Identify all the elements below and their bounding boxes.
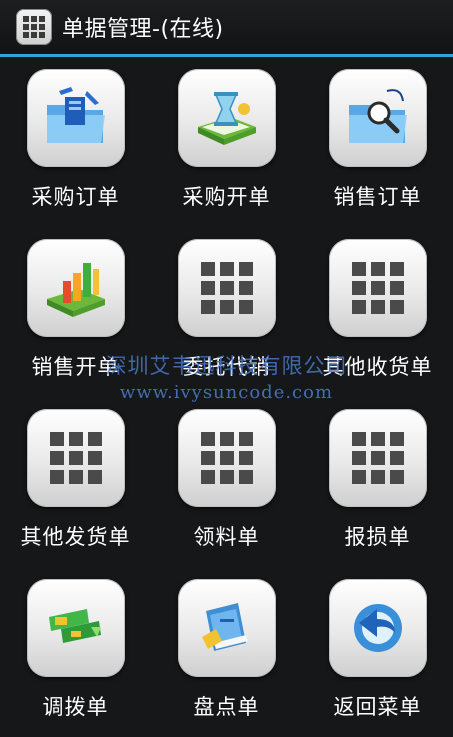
page-title: 单据管理-(在线) [62, 17, 224, 42]
tile-other-delivery[interactable]: 其他发货单 [0, 397, 151, 567]
sales-order-icon[interactable] [328, 69, 427, 167]
tile-label: 调拨单 [42, 695, 109, 719]
tile-sales-order[interactable]: 销售订单 [302, 57, 453, 227]
tile-purchase-billing[interactable]: 采购开单 [151, 57, 302, 227]
tile-sales-billing[interactable]: 销售开单 [0, 227, 151, 397]
tile-label: 采购开单 [182, 185, 271, 209]
tile-label: 其他收货单 [322, 355, 433, 379]
tile-material-requisition[interactable]: 领料单 [151, 397, 302, 567]
purchase-billing-icon[interactable] [177, 69, 276, 167]
menu-grid: 采购订单 采购开单 销售订单 销售开单 委托代销 其他收货单 其他发货单 领料单… [0, 57, 453, 735]
grid-icon[interactable] [26, 409, 125, 507]
tile-transfer[interactable]: 调拨单 [0, 567, 151, 737]
tile-label: 其他发货单 [20, 525, 131, 549]
tile-consignment[interactable]: 委托代销 [151, 227, 302, 397]
grid-icon[interactable] [328, 409, 427, 507]
tile-label: 销售订单 [333, 185, 422, 209]
purchase-order-icon[interactable] [26, 69, 125, 167]
return-arrow-icon[interactable] [328, 579, 427, 677]
tile-label: 返回菜单 [333, 695, 422, 719]
app-grid-icon[interactable] [16, 9, 52, 45]
inventory-book-icon[interactable] [177, 579, 276, 677]
tile-purchase-order[interactable]: 采购订单 [0, 57, 151, 227]
tile-label: 采购订单 [31, 185, 120, 209]
grid-icon[interactable] [177, 409, 276, 507]
tile-label: 盘点单 [193, 695, 260, 719]
grid-icon[interactable] [177, 239, 276, 337]
grid-icon[interactable] [328, 239, 427, 337]
tile-label: 报损单 [344, 525, 411, 549]
tile-label: 委托代销 [182, 355, 271, 379]
transfer-icon[interactable] [26, 579, 125, 677]
tile-label: 领料单 [193, 525, 260, 549]
tile-label: 销售开单 [31, 355, 120, 379]
tile-loss-report[interactable]: 报损单 [302, 397, 453, 567]
tile-inventory-count[interactable]: 盘点单 [151, 567, 302, 737]
sales-billing-chart-icon[interactable] [26, 239, 125, 337]
tile-other-receipt[interactable]: 其他收货单 [302, 227, 453, 397]
title-bar: 单据管理-(在线) [0, 0, 453, 54]
tile-return-menu[interactable]: 返回菜单 [302, 567, 453, 737]
